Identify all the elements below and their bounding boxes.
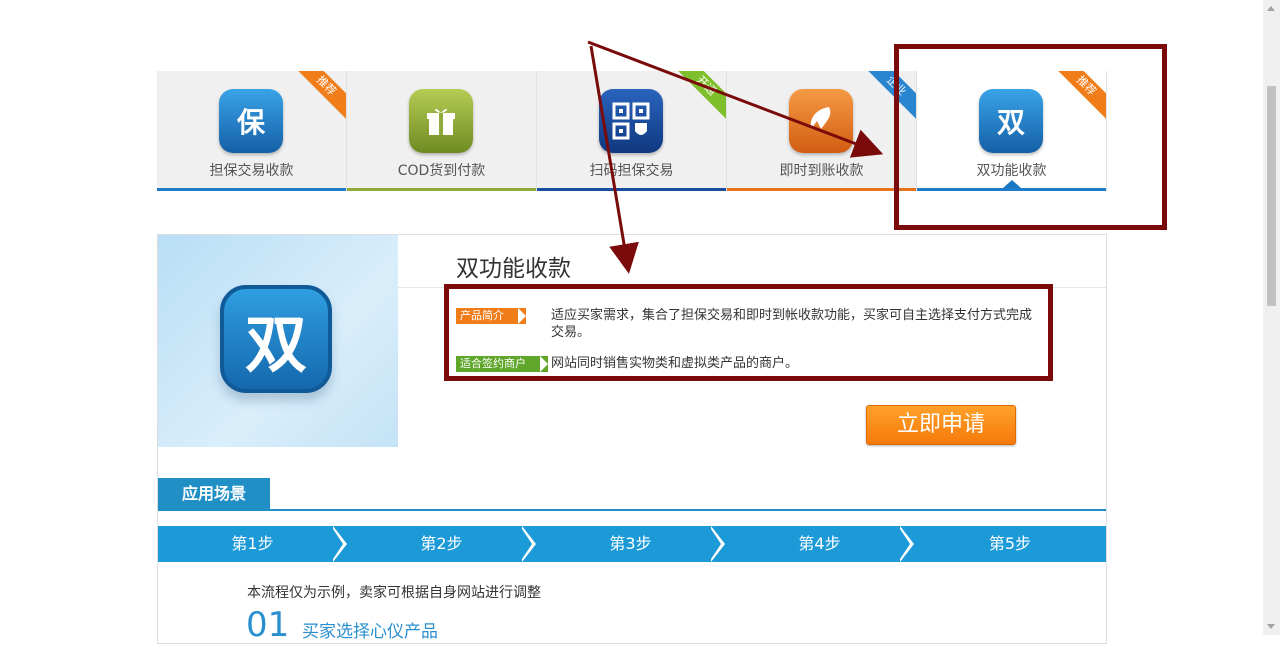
gift-box-icon — [409, 89, 473, 153]
tab-instant-pay[interactable]: 即时到账收款 企业 — [727, 71, 917, 191]
shield-icon: 保 — [219, 89, 283, 153]
step-number: 01 — [246, 605, 290, 645]
step-separator — [331, 526, 343, 562]
lightning-glyph — [810, 107, 831, 129]
step-bar: 第1步 第2步 第3步 第4步 第5步 — [158, 526, 1106, 562]
step-3: 第3步 — [536, 526, 725, 562]
step-separator — [898, 526, 910, 562]
tab-underline — [157, 188, 346, 191]
step-separator — [520, 526, 532, 562]
product-title: 双功能收款 — [456, 256, 571, 282]
product-hero: 双 — [158, 235, 398, 447]
divider — [158, 509, 1106, 511]
scroll-up-icon[interactable] — [1267, 6, 1275, 11]
tab-label: COD货到付款 — [397, 163, 486, 179]
tab-label: 即时到账收款 — [779, 163, 864, 179]
step-4: 第4步 — [725, 526, 914, 562]
tab-cod[interactable]: COD货到付款 — [347, 71, 537, 191]
tab-label: 担保交易收款 — [209, 163, 294, 179]
step-separator — [709, 526, 721, 562]
scroll-down-icon[interactable] — [1267, 624, 1275, 629]
step-1: 第1步 — [158, 526, 347, 562]
apply-now-button[interactable]: 立即申请 — [866, 405, 1016, 445]
annotation-box-tab — [894, 44, 1167, 230]
flow-note: 本流程仅为示例，卖家可根据自身网站进行调整 — [247, 585, 541, 601]
dual-function-icon: 双 — [220, 285, 332, 393]
qr-code-icon — [599, 89, 663, 153]
scrollbar-thumb[interactable] — [1267, 86, 1276, 306]
step-2: 第2步 — [347, 526, 536, 562]
annotation-box-description — [444, 284, 1053, 381]
open-ribbon: 开通 — [669, 71, 726, 123]
tab-label: 扫码担保交易 — [589, 163, 674, 179]
gift-glyph — [427, 108, 455, 135]
tab-underline — [347, 188, 536, 191]
step-5: 第5步 — [914, 526, 1106, 562]
lightning-icon — [789, 89, 853, 153]
tab-application-scenario[interactable]: 应用场景 — [158, 478, 270, 510]
step-title: 买家选择心仪产品 — [302, 622, 438, 642]
tab-qr-escrow[interactable]: 扫码担保交易 开通 — [537, 71, 727, 191]
vertical-scrollbar[interactable] — [1263, 0, 1280, 635]
tab-icon-text: 保 — [236, 106, 265, 139]
tab-escrow[interactable]: 保 担保交易收款 推荐 — [157, 71, 347, 191]
tab-underline — [537, 188, 726, 191]
qr-glyph — [612, 102, 650, 140]
recommend-ribbon: 推荐 — [289, 71, 346, 123]
tab-underline — [727, 188, 916, 191]
